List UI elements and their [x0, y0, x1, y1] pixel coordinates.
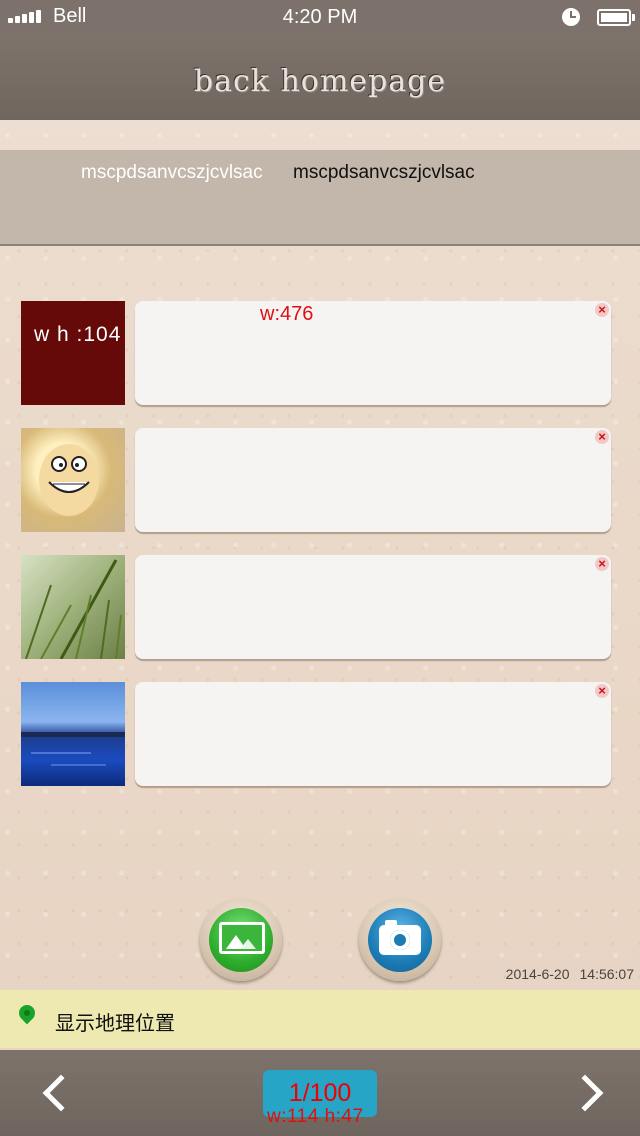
delete-icon[interactable]: ×	[595, 303, 609, 317]
list-item: w h :104 w:476 ×	[21, 301, 611, 406]
delete-icon[interactable]: ×	[595, 684, 609, 698]
caption-input[interactable]: ×	[135, 555, 611, 659]
location-pin-icon	[15, 1001, 39, 1025]
caption-input[interactable]: w:476 ×	[135, 301, 611, 405]
camera-button[interactable]	[359, 899, 441, 981]
chevron-left-icon[interactable]	[42, 1074, 80, 1112]
timestamp: 2014-6-20 14:56:07	[496, 966, 634, 982]
thumbnail-image[interactable]	[21, 682, 125, 786]
battery-icon	[597, 9, 635, 26]
camera-icon	[379, 920, 421, 955]
alarm-icon	[562, 8, 580, 26]
caption-input[interactable]: ×	[135, 428, 611, 532]
channel-tab-1[interactable]: mscpdsanvcszjcvlsac	[81, 162, 263, 184]
channel-tab-2[interactable]: mscpdsanvcszjcvlsac	[293, 162, 475, 184]
timestamp-date: 2014-6-20	[505, 966, 570, 982]
channel-bar: mscpdsanvcszjcvlsac mscpdsanvcszjcvlsac	[0, 150, 640, 246]
caption-input[interactable]: ×	[135, 682, 611, 786]
gallery-icon	[219, 922, 265, 954]
location-toggle[interactable]: 显示地理位置	[0, 990, 640, 1048]
back-homepage-button[interactable]: back homepage	[0, 64, 640, 99]
list-item: ×	[21, 555, 611, 660]
timestamp-time: 14:56:07	[579, 966, 635, 982]
status-time: 4:20 PM	[282, 6, 358, 28]
page-indicator-size-label: w:114 h:47	[267, 1106, 364, 1127]
grass-image	[25, 559, 122, 659]
thumbnail-image[interactable]: w h :104	[21, 301, 125, 405]
delete-icon[interactable]: ×	[595, 557, 609, 571]
gallery-button[interactable]	[200, 899, 282, 981]
list-item: ×	[21, 682, 611, 787]
thumbnail-image[interactable]	[21, 428, 125, 532]
thumb-size-label: w h :104	[34, 323, 122, 346]
smiley-face-image	[39, 444, 99, 516]
status-bar: Bell 4:20 PM	[0, 0, 640, 36]
nav-bar: back homepage	[0, 36, 640, 120]
bottom-bar: 1/100 w:114 h:47	[0, 1050, 640, 1136]
delete-icon[interactable]: ×	[595, 430, 609, 444]
chevron-right-icon[interactable]	[566, 1074, 604, 1112]
list-item: ×	[21, 428, 611, 533]
width-label: w:476	[260, 303, 314, 325]
lake-image	[21, 732, 125, 766]
location-label: 显示地理位置	[55, 1013, 175, 1035]
thumbnail-image[interactable]	[21, 555, 125, 659]
